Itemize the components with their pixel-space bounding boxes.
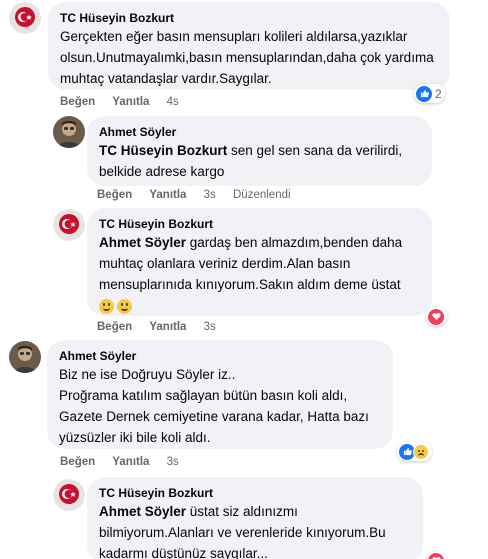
comment-5: TC Hüseyin Bozkurt Ahmet Söyler üstat si…	[0, 473, 488, 559]
comment-author[interactable]: TC Hüseyin Bozkurt	[99, 485, 411, 501]
flag-avatar-icon	[53, 479, 85, 511]
reply-button[interactable]: Yanıtla	[112, 96, 149, 108]
comment-bubble: TC Hüseyin Bozkurt Gerçekten eğer basın …	[48, 2, 450, 90]
love-icon	[428, 308, 444, 325]
comment-2: Ahmet Söyler TC Hüseyin Bozkurt sen gel …	[0, 110, 488, 205]
grinning-emoji	[117, 299, 132, 314]
comment-author[interactable]: Ahmet Söyler	[99, 124, 420, 140]
like-button[interactable]: Beğen	[60, 96, 95, 108]
comment-author[interactable]: TC Hüseyin Bozkurt	[99, 216, 420, 232]
mention-link[interactable]: Ahmet Söyler	[99, 235, 186, 250]
person-avatar-icon	[53, 116, 85, 148]
comment-actions: Beğen Yanıtla 3s	[60, 455, 193, 469]
reaction-summary[interactable]	[397, 442, 432, 461]
love-icon	[428, 552, 444, 559]
comment-4: Ahmet Söyler Biz ne ise Doğruyu Söyler i…	[0, 338, 488, 473]
comment-text: Gerçekten eğer basın mensupları kolileri…	[60, 29, 434, 86]
comment-bubble: TC Hüseyin Bozkurt Ahmet Söyler gardaş b…	[87, 208, 432, 316]
comment-bubble: Ahmet Söyler TC Hüseyin Bozkurt sen gel …	[87, 116, 432, 186]
comment-3: TC Hüseyin Bozkurt Ahmet Söyler gardaş b…	[0, 203, 488, 338]
avatar-ahmet-soyler[interactable]	[9, 341, 41, 373]
reply-button[interactable]: Yanıtla	[112, 456, 149, 468]
avatar-huseyin-bozkurt[interactable]	[9, 2, 41, 34]
flag-avatar-icon	[53, 209, 85, 241]
grinning-emoji	[99, 299, 114, 314]
comment-bubble: TC Hüseyin Bozkurt Ahmet Söyler üstat si…	[87, 477, 423, 559]
comment-text: Ahmet Söyler gardaş ben almazdım,benden …	[99, 235, 403, 292]
comment-text-line: yüzsüzler iki bile koli aldı.	[59, 430, 211, 445]
like-icon	[416, 85, 432, 102]
emoji-row	[99, 297, 420, 318]
avatar-huseyin-bozkurt[interactable]	[53, 209, 85, 241]
avatar-huseyin-bozkurt[interactable]	[53, 479, 85, 511]
comment-text: Ahmet Söyler üstat siz aldınızmı bilmiyo…	[99, 504, 386, 559]
comment-time[interactable]: 3s	[167, 456, 179, 468]
comment-text-line: Proğrama katılım sağlayan bütün basın ko…	[59, 388, 348, 403]
comment-text: TC Hüseyin Bozkurt sen gel sen sana da v…	[99, 143, 403, 179]
reply-button[interactable]: Yanıtla	[149, 321, 186, 333]
comment-time[interactable]: 3s	[204, 189, 216, 201]
comment-time[interactable]: 3s	[204, 321, 216, 333]
avatar-ahmet-soyler[interactable]	[53, 116, 85, 148]
sad-icon	[413, 443, 429, 460]
comment-time[interactable]: 4s	[167, 96, 179, 108]
comment-author[interactable]: TC Hüseyin Bozkurt	[60, 10, 438, 26]
person-avatar-icon	[9, 341, 41, 373]
reaction-summary[interactable]	[426, 307, 447, 326]
reply-button[interactable]: Yanıtla	[149, 189, 186, 201]
reaction-count: 2	[435, 86, 442, 101]
comment-actions: Beğen Yanıtla 4s	[60, 95, 193, 109]
flag-avatar-icon	[9, 2, 41, 34]
comment-1: TC Hüseyin Bozkurt Gerçekten eğer basın …	[0, 0, 488, 110]
reaction-summary[interactable]	[426, 551, 447, 559]
mention-link[interactable]: TC Hüseyin Bozkurt	[99, 143, 227, 158]
edited-label[interactable]: Düzenlendi	[233, 189, 291, 201]
comment-author[interactable]: Ahmet Söyler	[59, 348, 381, 364]
comment-text-line: Biz ne ise Doğruyu Söyler iz..	[59, 367, 236, 382]
comment-actions: Beğen Yanıtla 3s	[97, 320, 230, 334]
like-button[interactable]: Beğen	[60, 456, 95, 468]
like-button[interactable]: Beğen	[97, 321, 132, 333]
mention-link[interactable]: Ahmet Söyler	[99, 504, 186, 519]
comment-text-line: Gazete Dernek cemiyetine varana kadar, H…	[59, 409, 369, 424]
comment-actions: Beğen Yanıtla 3s Düzenlendi	[97, 188, 291, 202]
like-button[interactable]: Beğen	[97, 189, 132, 201]
comment-bubble: Ahmet Söyler Biz ne ise Doğruyu Söyler i…	[47, 340, 393, 449]
reaction-summary[interactable]: 2	[414, 84, 445, 103]
